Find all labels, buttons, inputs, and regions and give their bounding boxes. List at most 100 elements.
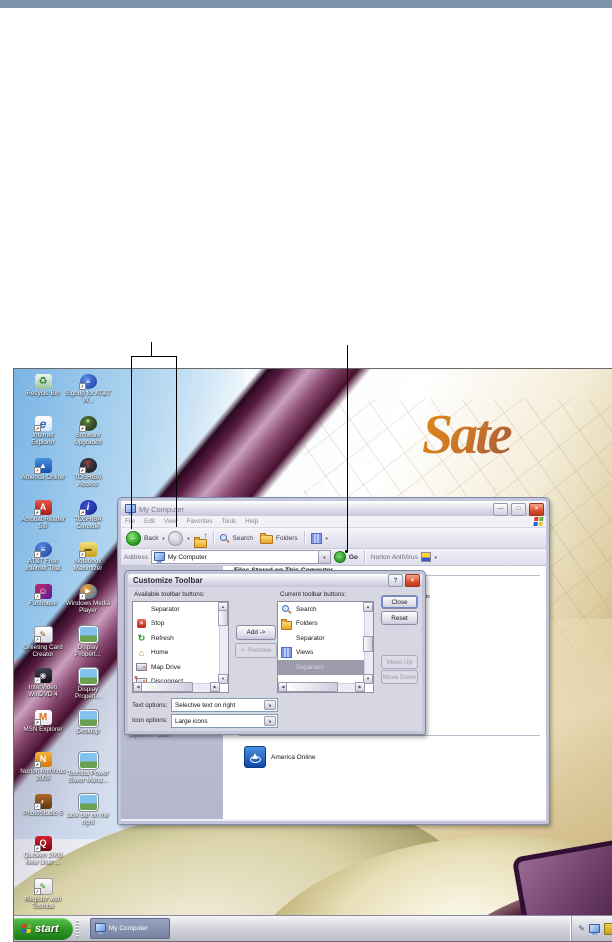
horizontal-scrollbar[interactable]: ◀ ▶: [278, 682, 365, 692]
available-buttons-list[interactable]: Separator×Stop↻Refresh⌂HomeMap DriveDisc…: [132, 601, 229, 693]
minimize-button[interactable]: —: [493, 502, 508, 516]
remove-button[interactable]: <- Remove: [235, 643, 277, 658]
search-label[interactable]: Search: [232, 535, 253, 542]
dialog-close-icon[interactable]: ×: [405, 574, 420, 587]
search-icon[interactable]: [220, 533, 229, 543]
desktop-icon-norton-antivirus-2003[interactable]: N ↗ Norton AntiVirus 2003: [20, 752, 66, 783]
close-button[interactable]: ×: [529, 502, 544, 516]
desktop-icon-desktop[interactable]: Desktop: [65, 709, 111, 736]
list-item-label: Separator: [296, 663, 325, 671]
available-item-refresh[interactable]: ↻ Refresh: [133, 631, 220, 646]
desktop-icon-register-with-toshiba[interactable]: ✎ ↗ Register with Toshiba: [20, 878, 66, 911]
desktop-icon-software-upgrades[interactable]: * ↗ Software Upgrades: [65, 416, 111, 447]
desktop-icon-task-bar-on-the-right[interactable]: task bar on the right: [65, 793, 111, 827]
desktop-icon-display-propert[interactable]: Display Propert...: [65, 625, 111, 659]
desktop-icon-quicken-2003-new-user[interactable]: Q ↗ Quicken 2003 New User ...: [20, 836, 66, 867]
desktop-icon-greeting-card-creator[interactable]: ✎ ↗ Greeting Card Creator: [20, 626, 66, 659]
chevron-down-icon[interactable]: ▼: [264, 716, 276, 726]
desktop-icon-america-online[interactable]: ▲ ↗ America Online: [20, 458, 66, 482]
scroll-right-icon[interactable]: ▶: [210, 682, 220, 692]
text-options-select[interactable]: Selective text on right ▼: [171, 698, 278, 712]
taskbar-item-my-computer[interactable]: My Computer: [89, 918, 170, 939]
pen-tray-icon[interactable]: ✎: [578, 924, 585, 933]
up-button[interactable]: ↑: [193, 531, 208, 548]
scroll-thumb[interactable]: [141, 682, 193, 692]
scroll-right-icon[interactable]: ▶: [355, 682, 365, 692]
views-dropdown-icon[interactable]: ▼: [325, 536, 329, 541]
desktop-icon-photostudio-5[interactable]: ◐ ↗ PhotoStudio 5: [20, 794, 66, 818]
desktop-icon-acrobat-reader-5-0[interactable]: A ↗ Acrobat Reader 5.0: [20, 500, 66, 531]
forward-dropdown-icon[interactable]: ▼: [186, 536, 190, 541]
maximize-button[interactable]: □: [511, 502, 526, 516]
reset-button[interactable]: Reset: [381, 611, 418, 625]
horizontal-scrollbar[interactable]: ◀ ▶: [133, 682, 220, 692]
america-online-item[interactable]: ▲ America Online: [244, 746, 315, 768]
start-button[interactable]: start: [14, 917, 73, 940]
available-item-separator[interactable]: Separator: [133, 602, 220, 617]
available-item-map-drive[interactable]: Map Drive: [133, 660, 220, 675]
help-button[interactable]: ?: [388, 574, 403, 587]
desktop-icon-msn-explorer[interactable]: M ↗ MSN Explorer: [20, 710, 66, 734]
list-item-label: Home: [151, 649, 169, 657]
scroll-thumb[interactable]: [286, 682, 338, 692]
dialog-title-bar[interactable]: Customize Toolbar ? ×: [128, 574, 422, 587]
desktop-icon-recycle-bin[interactable]: ♻ Recycle Bin: [20, 374, 66, 398]
add-button[interactable]: Add ->: [236, 625, 276, 640]
back-label[interactable]: Back: [144, 535, 158, 542]
scroll-thumb[interactable]: [363, 636, 373, 652]
desktop-icon-toshiba-power-saver-mana[interactable]: Toshiba Power Saver Mana...: [65, 751, 111, 785]
go-icon[interactable]: →: [333, 551, 346, 563]
clipped-tray-icon[interactable]: [604, 922, 612, 935]
current-item-views[interactable]: Views: [278, 646, 365, 661]
desktop-icon-signup-for-at-t-w[interactable]: ≡ ↗ Signup for AT&T W...: [65, 374, 111, 405]
desktop-icon-display-propert[interactable]: Display Propert...: [65, 667, 111, 701]
vertical-scrollbar[interactable]: ▲ ▼: [218, 602, 228, 684]
current-item-separator[interactable]: Separator: [278, 660, 365, 675]
address-input[interactable]: My Computer ▼: [150, 550, 331, 564]
menu-help[interactable]: Help: [245, 518, 258, 525]
available-item-stop[interactable]: × Stop: [133, 617, 220, 632]
scroll-thumb[interactable]: [218, 610, 228, 626]
back-button[interactable]: ←: [126, 530, 141, 546]
current-item-search[interactable]: Search: [278, 602, 365, 617]
callout-line-back-button: [131, 356, 132, 529]
available-item-home[interactable]: ⌂ Home: [133, 646, 220, 661]
desktop: Sate ♻ Recycle Bin e ↗ Internet Explorer ▲ ↗ Am…: [13, 368, 612, 942]
desktop-icon-intervideo-windvd-4[interactable]: ◉ ↗ InterVideo WinDVD 4: [20, 668, 66, 699]
norton-dropdown-icon[interactable]: ▼: [434, 555, 438, 560]
close-button[interactable]: Close: [381, 595, 418, 609]
desktop-icon-at-t-free-internet-trial[interactable]: ≡ ↗ AT&T Free Internet Trial: [20, 542, 66, 573]
address-dropdown-button[interactable]: ▼: [317, 551, 330, 563]
desktop-icon-windows-media-player[interactable]: ▶ ↗ Windows Media Player: [65, 584, 111, 615]
desktop-icon-funhouse[interactable]: ☺ ↗ Funhouse: [20, 584, 66, 608]
window-title-bar[interactable]: My Computer — □ ×: [121, 501, 546, 516]
icon-options-select[interactable]: Large icons ▼: [171, 714, 278, 728]
taskbar-grip[interactable]: [75, 919, 79, 938]
chevron-down-icon[interactable]: ▼: [264, 700, 276, 710]
back-dropdown-icon[interactable]: ▼: [161, 536, 165, 541]
current-item-separator[interactable]: Separator: [278, 631, 365, 646]
folders-icon[interactable]: [260, 533, 273, 544]
forward-button[interactable]: →: [168, 530, 184, 546]
current-item-folders[interactable]: Folders: [278, 617, 365, 632]
current-buttons-list[interactable]: Search Folders Separator Views Separator ▲ ▼…: [277, 601, 374, 693]
desktop-icon-notebook-maximizer[interactable]: ▬ ↗ Notebook Maximizer: [65, 542, 111, 573]
menu-edit[interactable]: Edit: [144, 518, 155, 525]
folders-label[interactable]: Folders: [276, 535, 298, 542]
scroll-up-icon[interactable]: ▲: [363, 602, 373, 612]
desktop-icon-internet-explorer[interactable]: e ↗ Internet Explorer: [20, 416, 66, 447]
desktop-icon-toshiba-console[interactable]: i ↗ TOSHIBA Console: [65, 500, 111, 531]
go-label[interactable]: Go: [349, 554, 358, 561]
display-tray-icon[interactable]: [589, 924, 600, 935]
vertical-scrollbar[interactable]: ▲ ▼: [363, 602, 373, 684]
menu-favorites[interactable]: Favorites: [187, 518, 213, 525]
desktop-icon-toshiba-access[interactable]: T ↗ TOSHIBA Access: [65, 458, 111, 489]
menu-tools[interactable]: Tools: [221, 518, 236, 525]
move-up-button[interactable]: Move Up: [381, 655, 418, 669]
shortcut-arrow-icon: ↗: [33, 719, 41, 726]
desktop-icon-label: InterVideo WinDVD 4: [28, 684, 58, 698]
norton-label[interactable]: Norton AntiVirus: [371, 554, 418, 561]
views-icon[interactable]: [310, 532, 322, 544]
norton-antivirus-icon[interactable]: [420, 552, 431, 562]
move-down-button[interactable]: Move Down: [381, 670, 418, 684]
